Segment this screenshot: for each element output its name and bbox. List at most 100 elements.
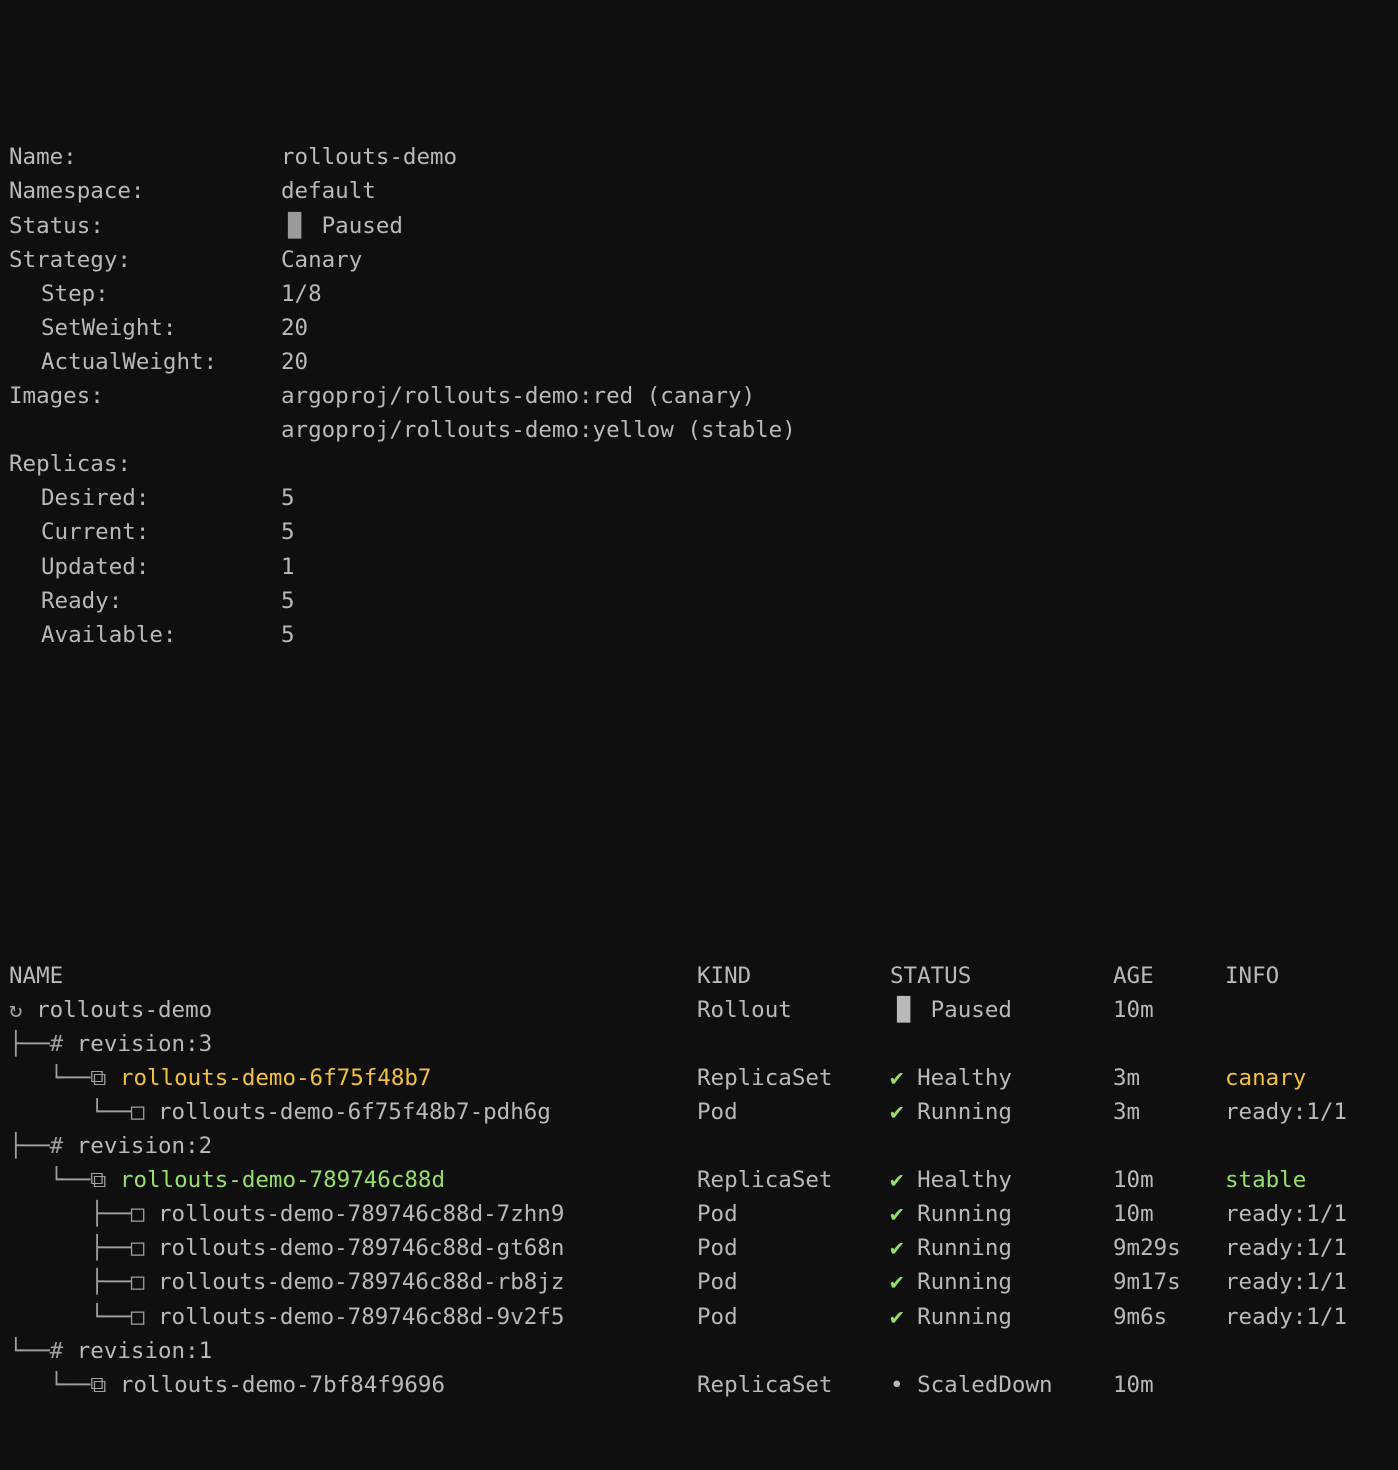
- row-status-text: Running: [917, 1201, 1012, 1228]
- row-name[interactable]: revision:2: [77, 1133, 212, 1159]
- row-name[interactable]: rollouts-demo-789746c88d-rb8jz: [158, 1269, 564, 1295]
- pause-icon: ▐▌: [890, 996, 918, 1023]
- table-row[interactable]: ├──□ rollouts-demo-789746c88d-gt68n Pod ✔ …: [9, 1231, 1398, 1265]
- row-status-text: Healthy: [917, 1167, 1012, 1194]
- table-row[interactable]: └──⧉ rollouts-demo-6f75f48b7 ReplicaSet ✔ …: [9, 1061, 1398, 1095]
- row-name-cell[interactable]: └──# revision:1: [9, 1334, 212, 1368]
- summary-value: 1/8: [281, 277, 322, 311]
- image-name: argoproj/rollouts-demo:yellow: [281, 417, 674, 444]
- summary-value-text: 20: [281, 314, 309, 341]
- check-icon: ✔: [890, 1303, 904, 1330]
- row-name[interactable]: rollouts-demo-789746c88d-gt68n: [158, 1235, 564, 1261]
- replicas-key: Current:: [41, 519, 150, 546]
- pod-icon: □: [130, 1235, 145, 1262]
- row-name[interactable]: rollouts-demo-6f75f48b7: [120, 1065, 432, 1091]
- table-row[interactable]: └──⧉ rollouts-demo-7bf84f9696 ReplicaSet •…: [9, 1368, 1398, 1402]
- summary-key: Name:: [9, 144, 77, 171]
- row-status-spacer: [904, 1099, 918, 1125]
- row-name-cell[interactable]: └──⧉ rollouts-demo-7bf84f9696: [9, 1368, 445, 1402]
- summary-value: 20: [281, 311, 308, 345]
- tree-branch: └──: [9, 1303, 131, 1330]
- row-age: 9m17s: [1113, 1269, 1181, 1296]
- row-name-spacer: [63, 1133, 77, 1159]
- row-name-spacer: [144, 1235, 158, 1261]
- summary-row: Namespace: default: [9, 174, 1398, 208]
- row-name-spacer: [106, 1065, 120, 1091]
- column-header-kind: KIND: [697, 962, 752, 989]
- row-status-cell: ✔ Running: [890, 1300, 1012, 1334]
- row-status-spacer: [904, 1167, 918, 1193]
- table-row[interactable]: ├──# revision:2: [9, 1129, 1398, 1163]
- replicas-value: 5: [281, 519, 295, 546]
- row-name-cell[interactable]: ├──# revision:3: [9, 1027, 212, 1061]
- replicas-header-row: Replicas:: [9, 447, 1398, 481]
- summary-key: Step:: [41, 280, 109, 307]
- row-name[interactable]: revision:1: [77, 1338, 212, 1364]
- row-name-cell[interactable]: ↻ rollouts-demo: [9, 993, 212, 1027]
- row-name-cell[interactable]: └──□ rollouts-demo-789746c88d-9v2f5: [9, 1300, 564, 1334]
- pod-icon: □: [130, 1269, 145, 1296]
- table-row[interactable]: └──□ rollouts-demo-6f75f48b7-pdh6g Pod ✔ R…: [9, 1095, 1398, 1129]
- row-name[interactable]: rollouts-demo-789746c88d-7zhn9: [158, 1201, 564, 1227]
- check-icon: ✔: [890, 1269, 904, 1296]
- table-row[interactable]: ↻ rollouts-demo Rollout ▐▌ Paused 10m: [9, 993, 1398, 1027]
- row-status-cell: ▐▌ Paused: [890, 993, 1012, 1027]
- image-tag: canary: [660, 383, 742, 410]
- replicas-value: 5: [281, 485, 295, 512]
- table-row[interactable]: ├──# revision:3: [9, 1027, 1398, 1061]
- row-kind: ReplicaSet: [697, 1064, 833, 1091]
- row-name-spacer: [144, 1304, 158, 1330]
- tree-branch: ├──: [9, 1133, 50, 1160]
- row-name-cell[interactable]: ├──□ rollouts-demo-789746c88d-7zhn9: [9, 1197, 564, 1231]
- image-row: argoproj/rollouts-demo:yellow (stable): [9, 413, 1398, 447]
- check-icon: ✔: [890, 1099, 904, 1125]
- row-name[interactable]: rollouts-demo-789746c88d-9v2f5: [158, 1304, 564, 1330]
- row-name-cell[interactable]: └──□ rollouts-demo-6f75f48b7-pdh6g: [9, 1095, 551, 1129]
- row-status-cell: ✔ Healthy: [890, 1163, 1012, 1197]
- replicas-label: Replicas:: [9, 451, 131, 478]
- row-name-cell[interactable]: └──⧉ rollouts-demo-6f75f48b7: [9, 1061, 432, 1095]
- row-name[interactable]: rollouts-demo: [36, 997, 212, 1023]
- row-name-spacer: [106, 1372, 120, 1398]
- row-kind: Pod: [697, 1303, 738, 1330]
- table-row[interactable]: ├──□ rollouts-demo-789746c88d-7zhn9 Pod ✔ …: [9, 1197, 1398, 1231]
- row-name[interactable]: rollouts-demo-789746c88d: [120, 1167, 445, 1193]
- row-name-spacer: [106, 1167, 120, 1193]
- row-name-spacer: [63, 1031, 77, 1057]
- check-icon: ✔: [890, 1064, 904, 1091]
- row-name-cell[interactable]: ├──# revision:2: [9, 1129, 212, 1163]
- summary-value-text: 20: [281, 348, 309, 375]
- summary-value-text: default: [281, 178, 376, 205]
- summary-row: Strategy: Canary: [9, 243, 1398, 277]
- image-paren-close: ): [782, 417, 796, 444]
- row-name[interactable]: rollouts-demo-6f75f48b7-pdh6g: [158, 1099, 551, 1125]
- row-name[interactable]: rollouts-demo-7bf84f9696: [120, 1372, 445, 1398]
- tree-branch: └──: [9, 1064, 91, 1091]
- row-status-text: Running: [917, 1235, 1012, 1262]
- summary-key: Status:: [9, 212, 104, 239]
- tree-branch: └──: [9, 1167, 91, 1194]
- table-row[interactable]: └──# revision:1: [9, 1334, 1398, 1368]
- summary-value: 20: [281, 345, 308, 379]
- image-tag: stable: [700, 417, 783, 444]
- row-name[interactable]: revision:3: [77, 1031, 212, 1057]
- replicas-row: Desired: 5: [9, 481, 1398, 515]
- row-kind: ReplicaSet: [697, 1371, 833, 1398]
- replicas-value: 1: [281, 553, 295, 580]
- row-status-cell: • ScaledDown: [890, 1368, 1053, 1402]
- tree-branch: └──: [9, 1337, 50, 1364]
- hash-icon: #: [49, 1030, 64, 1057]
- row-kind: ReplicaSet: [697, 1167, 833, 1194]
- table-row[interactable]: └──□ rollouts-demo-789746c88d-9v2f5 Pod ✔ …: [9, 1300, 1398, 1334]
- check-icon: ✔: [890, 1201, 904, 1228]
- row-age: 10m: [1113, 996, 1154, 1023]
- table-row[interactable]: └──⧉ rollouts-demo-789746c88d ReplicaSet ✔…: [9, 1163, 1398, 1197]
- summary-value-text: Canary: [281, 246, 363, 273]
- row-name-cell[interactable]: ├──□ rollouts-demo-789746c88d-rb8jz: [9, 1265, 564, 1299]
- row-name-cell[interactable]: └──⧉ rollouts-demo-789746c88d: [9, 1163, 445, 1197]
- row-name-spacer: [144, 1201, 158, 1227]
- row-name-cell[interactable]: ├──□ rollouts-demo-789746c88d-gt68n: [9, 1231, 564, 1265]
- table-row[interactable]: ├──□ rollouts-demo-789746c88d-rb8jz Pod ✔ …: [9, 1265, 1398, 1299]
- replicas-key: Available:: [41, 621, 177, 648]
- resource-tree-table: NAME KIND STATUS AGE INFO ↻ rollouts-demo Roll…: [9, 959, 1398, 1402]
